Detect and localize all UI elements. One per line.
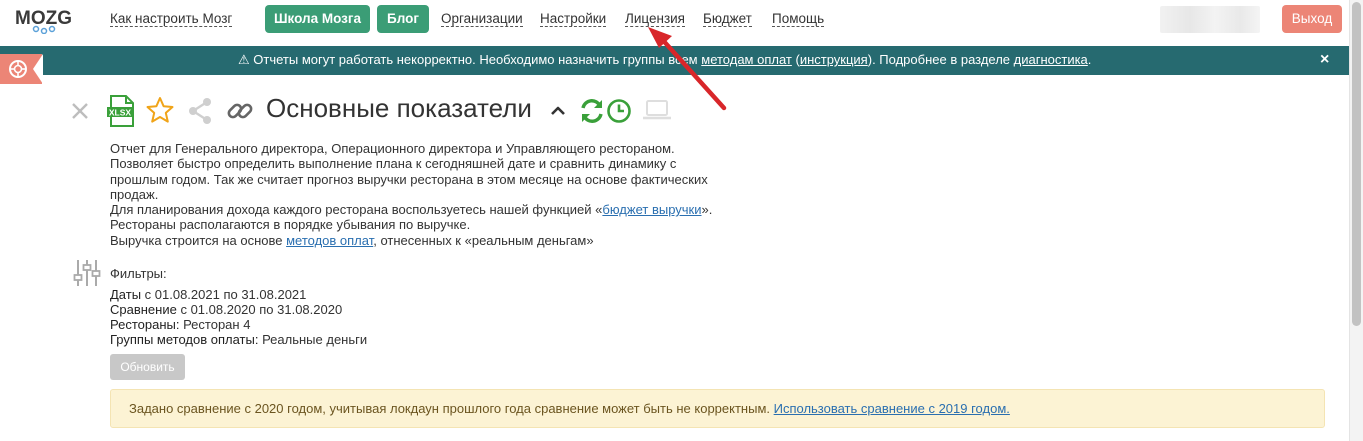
desc-line: Позволяет быстро определить выполнение п… — [110, 156, 677, 172]
filter-dates-label: Даты — [110, 287, 142, 302]
budget-post-text: ». — [701, 202, 713, 218]
filter-restaurants-label: Рестораны: — [110, 317, 180, 332]
school-button[interactable]: Школа Мозга — [265, 5, 370, 33]
alert-text-1: Отчеты могут работать некорректно. Необх… — [253, 52, 702, 67]
filter-compare-label: Сравнение — [110, 302, 177, 317]
page-title: Основные показатели — [266, 93, 532, 123]
filter-restaurants: Рестораны: Ресторан 4 — [110, 317, 250, 332]
filter-sliders-icon[interactable] — [72, 258, 102, 288]
report-description: Отчет для Генерального директора, Операц… — [110, 141, 750, 248]
xlsx-export-icon[interactable]: XLSX — [106, 95, 136, 127]
filters-label: Фильтры: — [110, 266, 167, 281]
desc-line: продаж. — [110, 186, 159, 202]
refresh-icon[interactable] — [578, 97, 606, 125]
nav-link-license[interactable]: Лицензия — [625, 11, 685, 27]
desc-line: Отчет для Генерального директора, Операц… — [110, 141, 675, 156]
laptop-icon[interactable] — [642, 98, 672, 122]
refresh-button[interactable]: Обновить — [110, 354, 185, 380]
clock-icon[interactable] — [606, 98, 632, 124]
payment-methods-link[interactable]: методов оплат — [286, 233, 373, 248]
logo-text: MOZG — [15, 8, 72, 29]
warning-text: Задано сравнение с 2020 годом, учитывая … — [129, 401, 774, 416]
mozg-logo[interactable]: MOZG — [14, 4, 78, 35]
filter-compare-value: с 01.08.2020 по 31.08.2020 — [176, 302, 343, 317]
revenue-pre-text: Выручка строится на основе — [110, 232, 287, 248]
nav-link-how-to[interactable]: Как настроить Мозг — [110, 11, 233, 27]
alert-text-3: ). Подробнее в разделе — [867, 52, 1014, 67]
nav-link-help[interactable]: Помощь — [772, 11, 825, 27]
filter-dates-value: с 01.08.2021 по 31.08.2021 — [141, 287, 307, 302]
scrollbar-thumb[interactable] — [1352, 2, 1361, 326]
side-help-ribbon[interactable] — [0, 54, 43, 84]
share-icon[interactable] — [187, 97, 215, 125]
filter-payment-groups: Группы методов оплаты: Реальные деньги — [110, 332, 367, 347]
top-navbar: MOZG Как настроить Мозг Школа Мозга Блог… — [0, 0, 1349, 40]
budget-pre-text: Для планирования дохода каждого ресторан… — [110, 202, 603, 218]
filter-groups-label: Группы методов оплаты: — [110, 332, 259, 347]
user-account-blurred[interactable] — [1160, 6, 1260, 33]
use-2019-comparison-link[interactable]: Использовать сравнение с 2019 годом. — [774, 401, 1010, 416]
alert-link-diagnostics[interactable]: диагностика — [1014, 52, 1088, 67]
desc-budget-line: Для планирования дохода каждого ресторан… — [110, 202, 750, 217]
desc-revenue-line: Выручка строится на основе методов оплат… — [110, 233, 750, 248]
desc-line: прошлым годом. Так же считает прогноз вы… — [110, 171, 708, 187]
logout-button[interactable]: Выход — [1282, 5, 1342, 33]
close-icon[interactable] — [70, 101, 90, 121]
revenue-post-text: , отнесенных к «реальным деньгам» — [373, 232, 594, 248]
warning-icon: ⚠ — [238, 52, 250, 67]
nav-link-settings[interactable]: Настройки — [540, 11, 607, 27]
alert-text-4: . — [1087, 52, 1092, 67]
close-icon[interactable]: × — [1320, 46, 1329, 74]
nav-link-organizations[interactable]: Организации — [441, 11, 523, 27]
desc-sort-line: Рестораны располагаются в порядке убыван… — [110, 217, 471, 233]
comparison-warning: Задано сравнение с 2020 годом, учитывая … — [110, 389, 1325, 428]
filter-compare: Сравнение с 01.08.2020 по 31.08.2020 — [110, 302, 342, 317]
alert-link-instruction[interactable]: инструкция — [800, 52, 868, 67]
logo-graphic: MOZG — [15, 8, 72, 35]
blog-button[interactable]: Блог — [377, 5, 429, 33]
vertical-scrollbar[interactable] — [1349, 0, 1363, 441]
filter-restaurants-value: Ресторан 4 — [179, 317, 251, 332]
filter-dates: Даты с 01.08.2021 по 31.08.2021 — [110, 287, 306, 302]
filter-groups-value: Реальные деньги — [258, 332, 368, 347]
alert-banner: ⚠ Отчеты могут работать некорректно. Нео… — [0, 46, 1349, 75]
xlsx-label: XLSX — [109, 108, 132, 118]
alert-text-2: ( — [791, 52, 800, 67]
link-icon[interactable] — [226, 97, 254, 125]
alert-link-payment-methods[interactable]: методам оплат — [701, 52, 792, 67]
collapse-icon[interactable] — [550, 104, 566, 118]
budget-revenue-link[interactable]: бюджет выручки — [602, 202, 701, 217]
lifebuoy-icon — [9, 60, 27, 78]
alert-message: ⚠ Отчеты могут работать некорректно. Нео… — [238, 46, 1091, 74]
nav-link-budget[interactable]: Бюджет — [703, 11, 752, 27]
star-icon[interactable] — [145, 96, 175, 124]
